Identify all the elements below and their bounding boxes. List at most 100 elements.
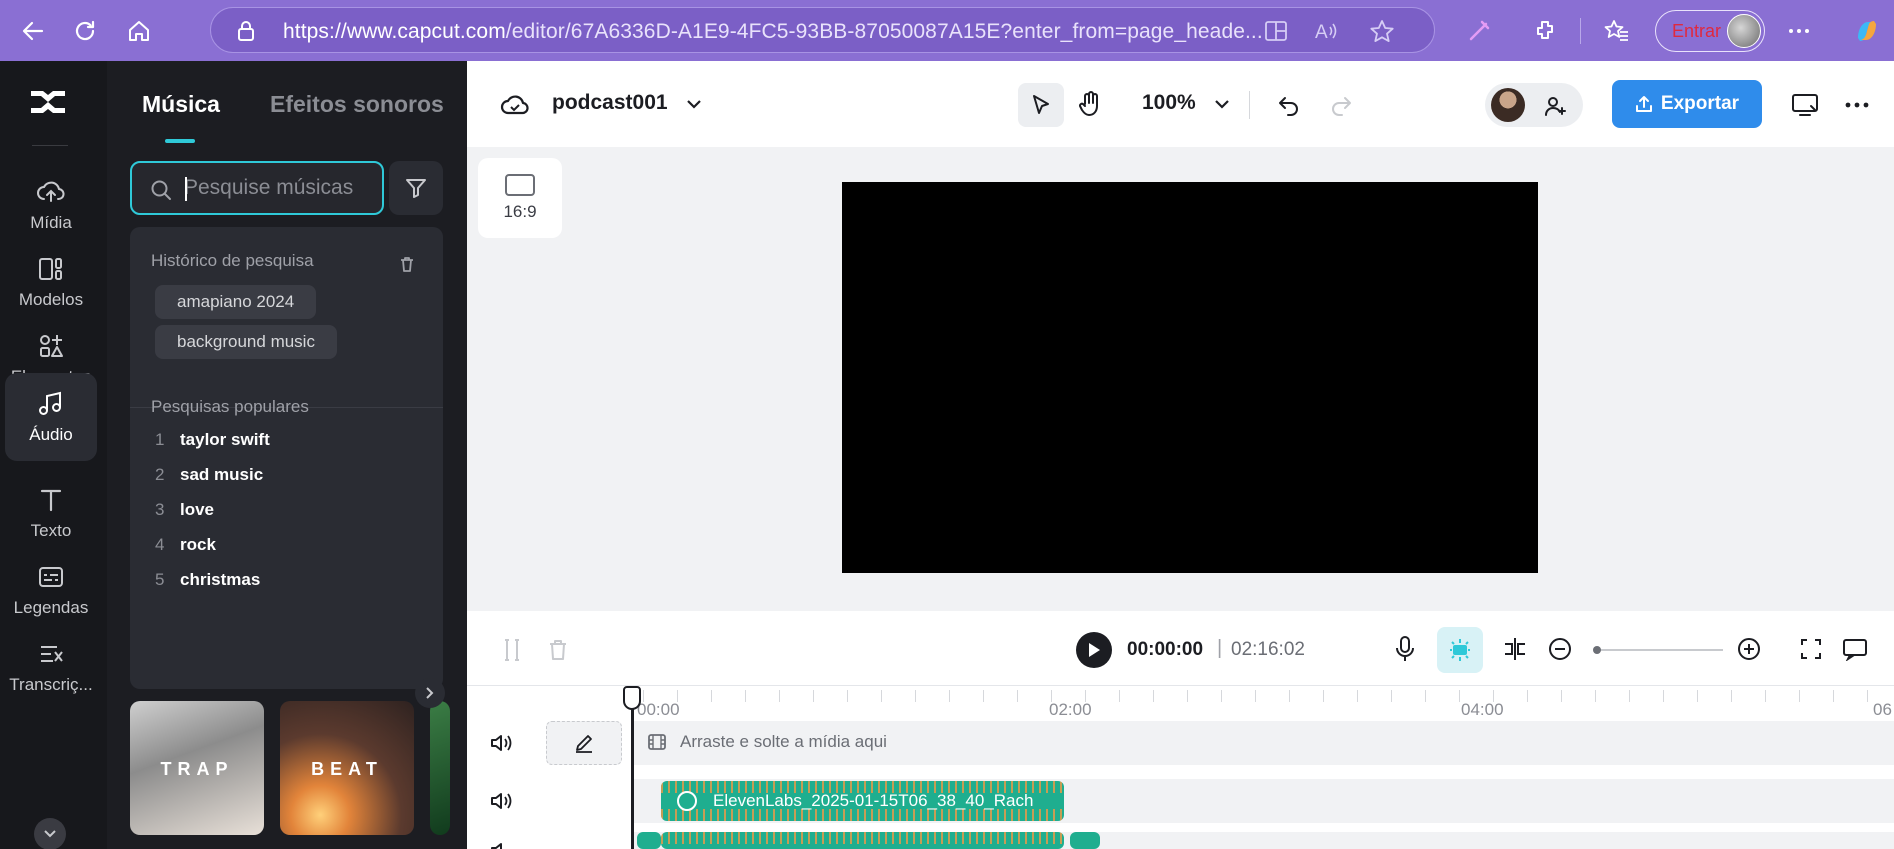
split-screen-icon[interactable]: [1264, 20, 1288, 42]
tab-sound-effects[interactable]: Efeitos sonoros: [270, 91, 444, 118]
fit-timeline-icon[interactable]: [1795, 633, 1827, 665]
favorite-star-icon[interactable]: [1369, 19, 1395, 43]
carousel-next-button[interactable]: [415, 678, 445, 708]
profile-signin-button[interactable]: Entrar: [1655, 10, 1765, 52]
capcut-logo[interactable]: [28, 85, 68, 121]
undo-icon[interactable]: [1271, 87, 1307, 123]
reload-icon[interactable]: [66, 12, 104, 50]
copilot-icon[interactable]: [1848, 12, 1886, 50]
playhead-handle[interactable]: [623, 686, 641, 710]
popular-item[interactable]: 2 sad music: [155, 460, 263, 490]
zoom-level[interactable]: 100%: [1142, 91, 1196, 115]
media-drop-zone[interactable]: Arraste e solte a mídia aqui: [632, 721, 1894, 765]
track-volume-icon[interactable]: [489, 790, 513, 817]
timeline-zoom-slider[interactable]: [1595, 649, 1723, 651]
delete-icon[interactable]: [543, 635, 573, 665]
popular-rank: 3: [155, 500, 165, 519]
music-search-input[interactable]: [184, 173, 374, 203]
select-tool-button[interactable]: [1018, 83, 1064, 127]
music-card-trap[interactable]: TRAP: [130, 701, 264, 835]
chevron-down-icon[interactable]: [683, 93, 705, 115]
drop-hint: Arraste e solte a mídia aqui: [680, 732, 887, 751]
audio-clip[interactable]: [637, 832, 661, 849]
rail-label: Transcriç...: [9, 675, 93, 694]
ruler-tick: [1663, 690, 1664, 702]
clear-history-icon[interactable]: [398, 255, 416, 278]
rail-item-audio[interactable]: Áudio: [5, 373, 97, 461]
video-preview[interactable]: [842, 182, 1538, 573]
rail-item-captions[interactable]: Legendas: [5, 546, 97, 634]
rail-item-templates[interactable]: Modelos: [5, 238, 97, 326]
tab-music[interactable]: Música: [142, 91, 220, 118]
upload-icon: [1635, 96, 1652, 112]
ruler-tick: [1119, 690, 1120, 702]
music-card-partial[interactable]: [430, 701, 450, 835]
audio-clip[interactable]: [1070, 832, 1100, 849]
auto-snap-button[interactable]: [1437, 627, 1483, 673]
filter-button[interactable]: [389, 161, 443, 215]
audio-track: ElevenLabs_2025-01-15T06_38_40_Rach: [467, 779, 1894, 823]
playhead[interactable]: [631, 695, 634, 849]
back-icon[interactable]: [14, 12, 52, 50]
templates-icon: [39, 258, 62, 280]
read-aloud-icon[interactable]: A: [1314, 19, 1340, 43]
panel-tabs: Música Efeitos sonoros: [107, 61, 467, 143]
extensions-icon[interactable]: [1526, 12, 1564, 50]
cloud-sync-icon[interactable]: [499, 89, 531, 121]
rail-item-transcript[interactable]: Transcriç...: [5, 623, 97, 711]
zoom-out-icon[interactable]: [1544, 633, 1576, 665]
lock-icon: [238, 21, 254, 41]
audio-clip-icon: [677, 791, 697, 811]
hand-tool-icon[interactable]: [1070, 84, 1110, 124]
text-icon: [40, 489, 62, 512]
popular-item[interactable]: 5 christmas: [155, 565, 260, 595]
project-name[interactable]: podcast001: [552, 91, 668, 115]
edit-cover-button[interactable]: [546, 721, 622, 765]
popular-term: taylor swift: [180, 430, 270, 449]
track-volume-icon[interactable]: [489, 840, 513, 849]
track-volume-icon[interactable]: [489, 732, 513, 759]
history-chip[interactable]: amapiano 2024: [155, 285, 317, 319]
microphone-icon[interactable]: [1389, 633, 1421, 665]
editor-toolbar: podcast001 100% Exportar: [467, 61, 1894, 147]
ruler-tick: [1391, 690, 1392, 702]
popular-item[interactable]: 3 love: [155, 495, 214, 525]
collaborators[interactable]: [1485, 83, 1583, 127]
zoom-slider-handle[interactable]: [1593, 646, 1601, 654]
split-audio-icon[interactable]: [1499, 633, 1531, 665]
chevron-down-icon[interactable]: [1211, 93, 1233, 115]
more-menu-icon[interactable]: [1837, 85, 1877, 125]
redo-icon[interactable]: [1323, 87, 1359, 123]
comment-icon[interactable]: [1839, 633, 1871, 665]
rail-item-text[interactable]: Texto: [5, 469, 97, 557]
copilot-pen-icon[interactable]: [1460, 12, 1498, 50]
elements-icon: [40, 335, 63, 357]
address-bar[interactable]: https://www.capcut.com/editor/67A6336D-A…: [210, 7, 1435, 53]
favorites-icon[interactable]: [1598, 12, 1636, 50]
popular-item[interactable]: 1 taylor swift: [155, 425, 270, 455]
rail-expand-button[interactable]: [34, 818, 66, 849]
export-button[interactable]: Exportar: [1612, 80, 1762, 128]
ruler-tick: [1595, 690, 1596, 702]
ruler-tick: [779, 690, 780, 702]
rail-item-media[interactable]: Mídia: [5, 161, 97, 249]
history-chip[interactable]: background music: [155, 325, 337, 359]
audio-clip[interactable]: ElevenLabs_2025-01-15T06_38_40_Rach: [661, 781, 1064, 821]
music-card-beat[interactable]: BEAT: [280, 701, 414, 835]
home-icon[interactable]: [120, 12, 158, 50]
split-clip-icon[interactable]: [497, 635, 527, 665]
popular-item[interactable]: 4 rock: [155, 530, 216, 560]
music-search-box[interactable]: [130, 161, 384, 215]
play-button[interactable]: [1076, 632, 1112, 668]
more-options-icon[interactable]: [1780, 12, 1818, 50]
popular-rank: 5: [155, 570, 165, 589]
add-user-icon: [1545, 97, 1566, 116]
aspect-ratio-button[interactable]: 16:9: [478, 158, 562, 238]
export-label: Exportar: [1660, 93, 1740, 114]
audio-clip-label: ElevenLabs_2025-01-15T06_38_40_Rach: [713, 791, 1034, 810]
ruler-tick: [1527, 690, 1528, 702]
zoom-in-icon[interactable]: [1733, 633, 1765, 665]
audio-clip[interactable]: [661, 832, 1064, 849]
rail-label: Áudio: [29, 425, 73, 444]
present-screen-icon[interactable]: [1785, 85, 1825, 125]
